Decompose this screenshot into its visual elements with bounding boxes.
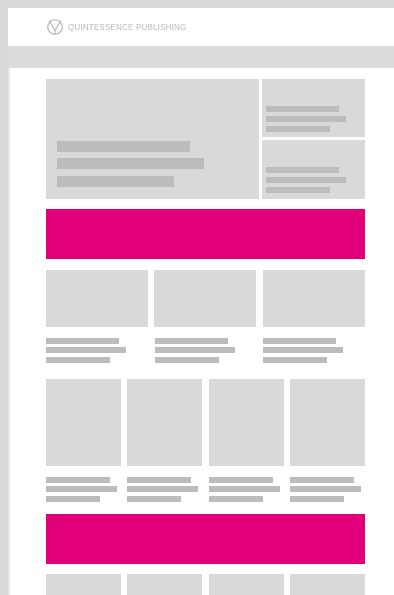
- card-4col-3-line-3: [209, 496, 263, 502]
- navigation-bar[interactable]: [8, 46, 394, 68]
- hero-title-line-1: [57, 141, 190, 152]
- card-4col-1-line-1: [46, 477, 110, 483]
- card-3col-3-line-1: [263, 338, 336, 344]
- side-card-top-line-1: [266, 106, 339, 112]
- card-bottom-1-image[interactable]: [46, 574, 121, 595]
- card-4col-3-line-2: [209, 486, 280, 492]
- card-3col-1-line-1: [46, 338, 119, 344]
- card-4col-4-line-3: [290, 496, 344, 502]
- card-4col-4-line-2: [290, 486, 361, 492]
- frame-top-border: [0, 0, 394, 8]
- card-4col-1-line-2: [46, 486, 117, 492]
- card-4col-2-line-3: [127, 496, 181, 502]
- page-frame: QUINTESSENCE PUBLISHING: [0, 0, 394, 595]
- card-3col-2-line-3: [155, 357, 219, 363]
- card-3col-2-line-2: [155, 347, 235, 353]
- card-4col-2-line-1: [127, 477, 191, 483]
- card-3col-2-line-1: [155, 338, 228, 344]
- card-bottom-3-image[interactable]: [209, 574, 284, 595]
- card-3col-3-line-3: [263, 357, 327, 363]
- brand-logo[interactable]: QUINTESSENCE PUBLISHING: [46, 18, 186, 36]
- card-bottom-4-image[interactable]: [290, 574, 365, 595]
- side-card-top-line-2: [266, 116, 346, 122]
- card-4col-2-image[interactable]: [127, 379, 202, 466]
- hero-title-line-2: [57, 158, 204, 169]
- card-3col-3-image[interactable]: [263, 270, 365, 327]
- card-3col-1-line-2: [46, 347, 126, 353]
- card-4col-4-line-1: [290, 477, 354, 483]
- promo-banner-2[interactable]: [46, 514, 365, 564]
- card-4col-1-image[interactable]: [46, 379, 121, 466]
- card-bottom-2-image[interactable]: [127, 574, 202, 595]
- card-3col-1-line-3: [46, 357, 110, 363]
- promo-banner-1[interactable]: [46, 209, 365, 259]
- frame-left-border: [0, 0, 8, 595]
- hero-title-line-3: [57, 176, 174, 187]
- side-card-bottom-line-1: [266, 167, 339, 173]
- quintessence-logo-icon: [47, 19, 63, 35]
- card-3col-1-image[interactable]: [46, 270, 148, 327]
- side-card-bottom-line-2: [266, 177, 346, 183]
- brand-name: QUINTESSENCE PUBLISHING: [68, 22, 187, 32]
- content-left-rule: [8, 68, 10, 595]
- card-4col-2-line-2: [127, 486, 198, 492]
- card-3col-2-image[interactable]: [154, 270, 256, 327]
- card-4col-3-image[interactable]: [209, 379, 284, 466]
- card-4col-3-line-1: [209, 477, 273, 483]
- card-4col-1-line-3: [46, 496, 100, 502]
- side-card-bottom-line-3: [266, 187, 330, 193]
- side-card-top-line-3: [266, 126, 330, 132]
- card-3col-3-line-2: [263, 347, 343, 353]
- card-4col-4-image[interactable]: [290, 379, 365, 466]
